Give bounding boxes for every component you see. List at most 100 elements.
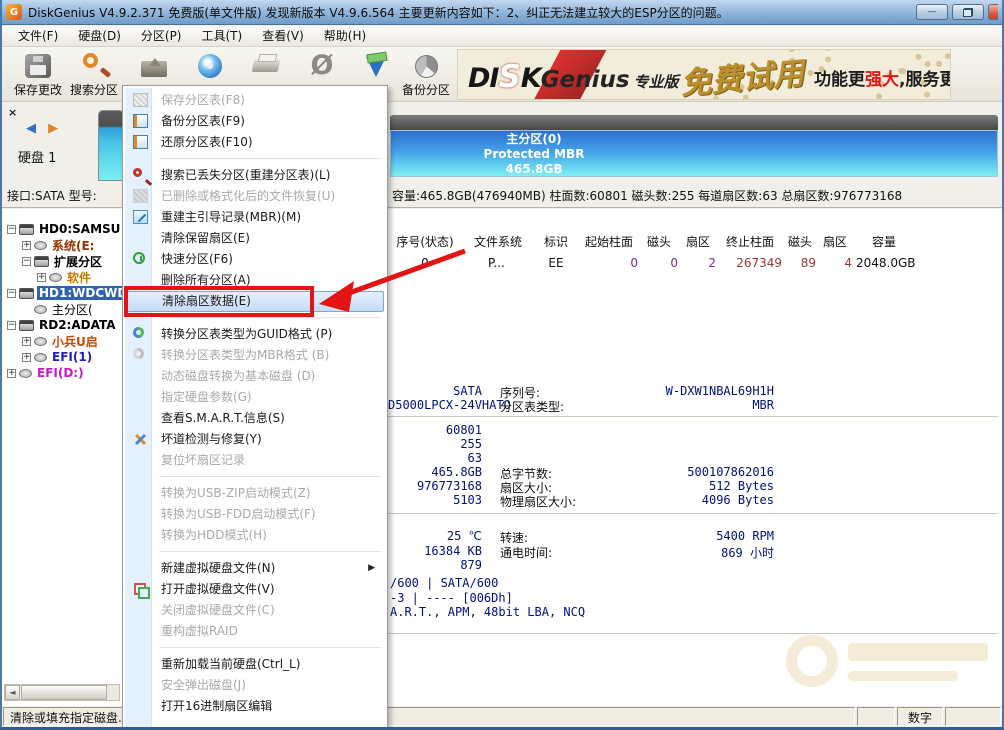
tree-item[interactable]: +系统(E: xyxy=(22,237,96,253)
burn-cd-button[interactable] xyxy=(182,51,238,81)
collapse-icon[interactable]: − xyxy=(22,257,31,266)
horizontal-scrollbar[interactable]: ◄ xyxy=(4,684,120,701)
menu-separator xyxy=(159,158,381,159)
detail-row: 60801 xyxy=(388,423,998,437)
expand-icon[interactable]: + xyxy=(22,337,31,346)
partition-icon xyxy=(34,337,47,346)
recover-icon xyxy=(137,51,171,81)
promo-banner[interactable]: DISKGenius专业版 免费试用 功能更强大,服务更贴心 xyxy=(457,49,951,100)
collapse-icon[interactable]: − xyxy=(7,289,16,298)
erase-button[interactable]: Ø xyxy=(294,51,350,81)
context-menu-item[interactable]: 查看S.M.A.R.T.信息(S) xyxy=(126,408,384,429)
menubar-item[interactable]: 分区(P) xyxy=(131,25,192,47)
disk-icon xyxy=(34,256,49,267)
context-menu-item[interactable]: 重构虚拟RAID xyxy=(126,621,384,642)
context-menu-item[interactable]: 新建虚拟硬盘文件(N)▶ xyxy=(126,558,384,579)
menu-item-label: 打开虚拟硬盘文件(V) xyxy=(161,582,275,596)
context-menu-item[interactable]: 转换为USB-FDD启动模式(F) xyxy=(126,504,384,525)
menubar: 文件(F)硬盘(D)分区(P)工具(T)查看(V)帮助(H) xyxy=(2,26,1002,47)
collapse-icon[interactable]: − xyxy=(7,225,16,234)
context-menu-item[interactable]: 复位坏扇区记录 xyxy=(126,450,384,471)
context-menu-item[interactable]: 保存分区表(F8) xyxy=(126,90,384,111)
context-menu-item[interactable]: 动态磁盘转换为基本磁盘 (D) xyxy=(126,366,384,387)
restore-button[interactable] xyxy=(952,4,984,20)
scrollbar-thumb[interactable] xyxy=(21,685,107,700)
detail-value: 500107862016 xyxy=(588,465,774,479)
menu-item-label: 备份分区表(F9) xyxy=(161,114,245,128)
diskmap-header-bar xyxy=(390,115,998,130)
context-menu-item[interactable]: 快速分区(F6) xyxy=(126,249,384,270)
context-menu-item[interactable]: 转换为HDD模式(H) xyxy=(126,525,384,546)
context-menu-item[interactable]: 清除保留扇区(E) xyxy=(126,228,384,249)
expand-icon[interactable]: + xyxy=(37,273,46,282)
expand-icon[interactable]: + xyxy=(7,369,16,378)
disk-interface-info: 接口:SATA 型号: xyxy=(7,189,97,203)
context-menu-item[interactable]: 指定硬盘参数(G) xyxy=(126,387,384,408)
backup-partition-button[interactable]: 备份分区 xyxy=(398,51,454,98)
menubar-item[interactable]: 查看(V) xyxy=(252,25,314,47)
context-menu-item[interactable]: 打开虚拟硬盘文件(V) xyxy=(126,579,384,600)
scroll-left-button[interactable]: ◄ xyxy=(5,685,20,700)
disk-context-menu: 保存分区表(F8) 备份分区表(F9) 还原分区表(F10) 搜索已丢失分区(重建分区… xyxy=(122,85,388,730)
partition-icon xyxy=(19,369,32,378)
search-partition-button[interactable]: 搜索分区 xyxy=(66,51,122,98)
tree-item[interactable]: +EFI(1) xyxy=(22,349,94,365)
context-menu-item[interactable]: 转换为USB-ZIP启动模式(Z) xyxy=(126,483,384,504)
status-empty-segment xyxy=(857,707,895,726)
partition-block-main[interactable]: 主分区(0) Protected MBR 465.8GB xyxy=(390,130,998,177)
submenu-arrow-icon: ▶ xyxy=(368,558,375,579)
context-menu-item[interactable]: 安全弹出磁盘(J) xyxy=(126,675,384,696)
context-menu-item[interactable]: 打开16进制扇区编辑 xyxy=(126,696,384,717)
print-button[interactable] xyxy=(238,51,294,81)
tree-item[interactable]: −HD1:WDCWD xyxy=(7,285,129,301)
minimize-button[interactable]: — xyxy=(916,4,948,20)
tree-item[interactable]: −扩展分区 xyxy=(22,253,104,269)
tree-item-label: RD2:ADATA xyxy=(37,318,118,332)
collapse-icon[interactable]: − xyxy=(7,321,16,330)
pie-icon xyxy=(409,51,443,81)
menubar-item[interactable]: 工具(T) xyxy=(192,25,253,47)
context-menu-item[interactable]: 还原分区表(F10) xyxy=(126,132,384,153)
context-menu-item[interactable]: 搜索已丢失分区(重建分区表)(L) xyxy=(126,165,384,186)
search-icon xyxy=(77,51,111,81)
numlock-indicator: 数字 xyxy=(897,707,943,726)
delete-button[interactable] xyxy=(348,51,404,81)
context-menu-item[interactable]: 重建主引导记录(MBR)(M) xyxy=(126,207,384,228)
context-menu-item[interactable]: 转换分区表类型为GUID格式 (P) xyxy=(126,324,384,345)
tree-item[interactable]: 主分区( xyxy=(22,301,95,317)
partition-block-partial[interactable] xyxy=(98,110,124,181)
tree-item-label: EFI(D:) xyxy=(35,366,86,380)
expand-icon[interactable]: + xyxy=(22,353,31,362)
tree-item[interactable]: − RD2:ADATA xyxy=(7,317,118,333)
detail-left-value: 16384 KB xyxy=(388,544,482,558)
partition-size: 465.8GB xyxy=(409,162,659,177)
restore-icon xyxy=(963,8,973,17)
context-menu-item[interactable]: 已删除或格式化后的文件恢复(U) xyxy=(126,186,384,207)
next-disk-arrow[interactable]: ▶ xyxy=(48,121,62,136)
context-menu-item[interactable]: 重新加载当前硬盘(Ctrl_L) xyxy=(126,654,384,675)
tree-item[interactable]: +软件 xyxy=(37,269,93,285)
context-menu-item[interactable]: 关闭虚拟硬盘文件(C) xyxy=(126,600,384,621)
tree-item[interactable]: + EFI(D:) xyxy=(7,365,86,381)
prev-disk-arrow[interactable]: ◀ xyxy=(26,121,40,136)
menubar-item[interactable]: 硬盘(D) xyxy=(68,25,131,47)
expand-icon[interactable]: + xyxy=(22,241,31,250)
status-end-segment xyxy=(945,707,1001,726)
menu-item-label: 删除所有分区(A) xyxy=(161,273,251,287)
titlebar: G DiskGenius V4.9.2.371 免费版(单文件版) 发现新版本 … xyxy=(2,0,1002,25)
recover-files-button[interactable] xyxy=(126,51,182,81)
save-changes-button[interactable]: 保存更改 xyxy=(10,51,66,98)
context-menu-item[interactable]: 坏道检测与修复(Y) xyxy=(126,429,384,450)
tree-item[interactable]: +小兵U启 xyxy=(22,333,100,349)
highlight-annotation-box xyxy=(124,286,314,317)
disk-tab-label[interactable]: 硬盘 1 xyxy=(18,147,56,166)
menubar-item[interactable]: 帮助(H) xyxy=(314,25,376,47)
menubar-item[interactable]: 文件(F) xyxy=(8,25,68,47)
menu-item-label: 转换为USB-ZIP启动模式(Z) xyxy=(161,486,311,500)
tree-item[interactable]: −HD0:SAMSU xyxy=(7,221,122,237)
panel-close-icon[interactable]: × xyxy=(8,107,17,118)
context-menu-item[interactable]: 转换分区表类型为MBR格式 (B) xyxy=(126,345,384,366)
context-menu-item[interactable]: 备份分区表(F9) xyxy=(126,111,384,132)
close-button[interactable] xyxy=(988,4,998,20)
diskgenius-window: G DiskGenius V4.9.2.371 免费版(单文件版) 发现新版本 … xyxy=(0,0,1004,730)
